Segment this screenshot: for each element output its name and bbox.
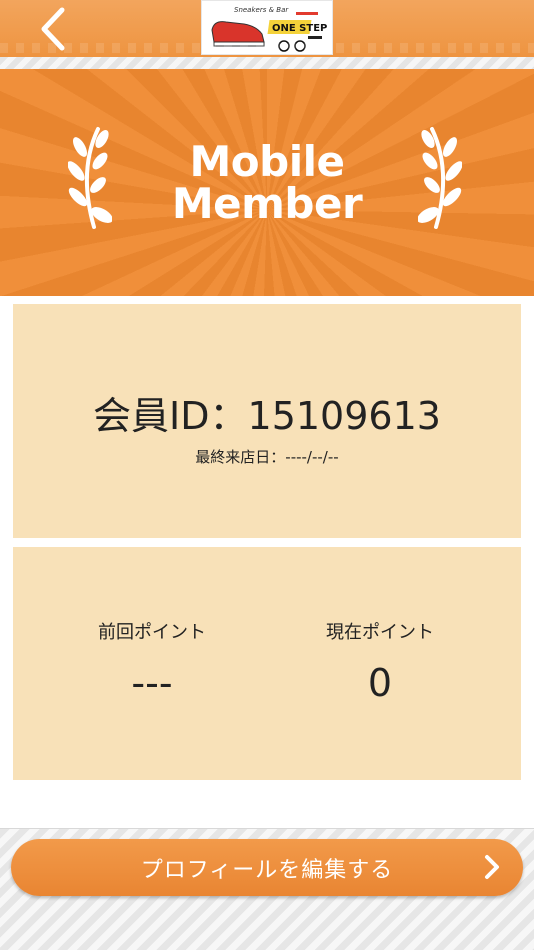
member-id-card: 会員ID：15109613 最終来店日：----/--/-- <box>13 304 521 538</box>
chevron-right-icon <box>485 855 499 879</box>
previous-points-value: --- <box>131 661 173 705</box>
laurel-right-icon <box>418 127 462 229</box>
previous-points-label: 前回ポイント <box>98 622 206 643</box>
svg-text:Sneakers & Bar: Sneakers & Bar <box>234 6 289 14</box>
svg-text:ONE STEP: ONE STEP <box>272 23 327 34</box>
current-points-value: 0 <box>367 661 393 705</box>
header-divider <box>0 57 534 69</box>
edit-profile-button[interactable]: プロフィールを編集する <box>11 839 523 896</box>
chevron-left-icon <box>41 7 65 51</box>
edit-profile-label: プロフィールを編集する <box>140 857 394 883</box>
last-visit-date: 最終来店日：----/--/-- <box>195 448 339 466</box>
current-points-label: 現在ポイント <box>326 622 434 643</box>
logo-image: Sneakers & Bar ONE STEP <box>211 6 327 52</box>
app-header: Sneakers & Bar ONE STEP <box>0 0 534 57</box>
member-id: 会員ID：15109613 <box>93 394 441 438</box>
points-card: 前回ポイント --- 現在ポイント 0 <box>13 547 521 780</box>
mobile-member-banner: Mobile Member <box>0 69 534 296</box>
previous-points: 前回ポイント --- <box>25 621 279 707</box>
current-points: 現在ポイント 0 <box>253 621 507 707</box>
store-logo: Sneakers & Bar ONE STEP <box>201 0 333 55</box>
back-button[interactable] <box>28 4 78 54</box>
